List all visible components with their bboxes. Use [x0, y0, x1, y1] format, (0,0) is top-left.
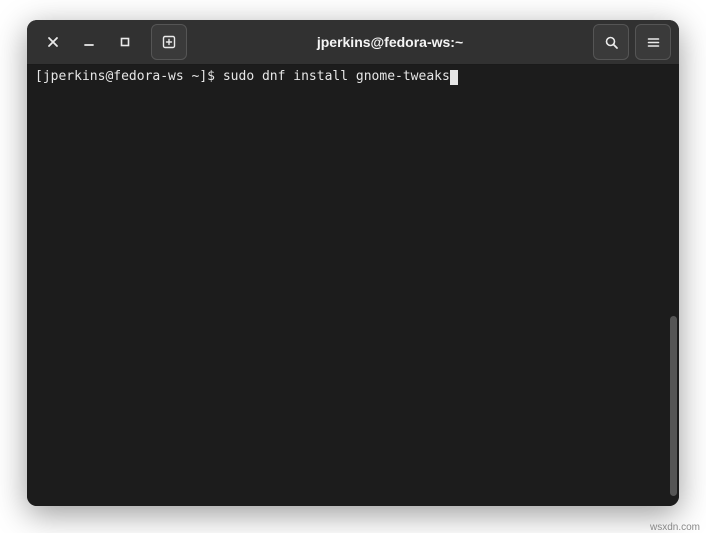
scrollbar-track[interactable] — [667, 65, 677, 506]
close-button[interactable] — [35, 24, 71, 60]
new-tab-icon — [161, 34, 177, 50]
menu-button[interactable] — [635, 24, 671, 60]
titlebar: jperkins@fedora-ws:~ — [27, 20, 679, 65]
titlebar-right-group — [593, 24, 671, 60]
new-tab-button[interactable] — [151, 24, 187, 60]
terminal-cursor — [450, 70, 458, 85]
close-icon — [47, 36, 59, 48]
maximize-icon — [119, 36, 131, 48]
hamburger-icon — [646, 35, 661, 50]
titlebar-left-group — [35, 24, 187, 60]
search-icon — [604, 35, 619, 50]
terminal-command: sudo dnf install gnome-tweaks — [223, 69, 450, 84]
search-button[interactable] — [593, 24, 629, 60]
minimize-icon — [83, 36, 95, 48]
minimize-button[interactable] — [71, 24, 107, 60]
maximize-button[interactable] — [107, 24, 143, 60]
terminal-body[interactable]: [jperkins@fedora-ws ~]$ sudo dnf install… — [27, 65, 679, 506]
window-title: jperkins@fedora-ws:~ — [187, 34, 593, 50]
terminal-prompt: [jperkins@fedora-ws ~]$ — [35, 69, 223, 84]
watermark: wsxdn.com — [650, 522, 700, 533]
terminal-window: jperkins@fedora-ws:~ [jperkins@fedora-ws… — [27, 20, 679, 506]
scrollbar-thumb[interactable] — [670, 316, 677, 496]
